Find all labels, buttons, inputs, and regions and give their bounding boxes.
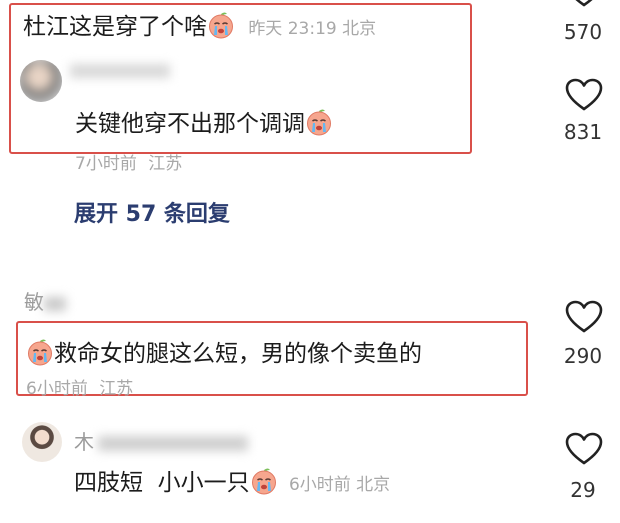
heart-icon bbox=[565, 432, 603, 466]
comment-1-location: 北京 bbox=[342, 19, 377, 39]
crying-emoji-icon bbox=[250, 467, 278, 495]
avatar[interactable] bbox=[22, 422, 62, 462]
reply-2[interactable]: 四肢短 小小一只 6小时前 北京 bbox=[74, 467, 390, 500]
reply-2-location: 北京 bbox=[356, 475, 391, 495]
reply-1-text: 关键他穿不出那个调调 bbox=[75, 111, 305, 137]
like-button-2[interactable] bbox=[565, 78, 603, 116]
reply-1-meta: 7小时前 江苏 bbox=[75, 149, 182, 174]
heart-icon bbox=[565, 300, 603, 334]
comment-2-meta: 6小时前 江苏 bbox=[26, 374, 133, 399]
reply-1-location: 江苏 bbox=[148, 154, 183, 174]
avatar[interactable] bbox=[20, 60, 62, 102]
like-count-1: 570 bbox=[563, 20, 603, 44]
reply-2-username[interactable]: 木 bbox=[74, 426, 248, 455]
crying-emoji-icon bbox=[207, 11, 235, 39]
like-button-3[interactable] bbox=[565, 300, 603, 338]
reply-1-time: 7小时前 bbox=[75, 154, 137, 174]
crying-emoji-icon bbox=[305, 108, 333, 136]
expand-replies-link[interactable]: 展开 57 条回复 bbox=[74, 196, 230, 228]
heart-icon bbox=[565, 0, 603, 8]
comment-1-time: 昨天 23:19 bbox=[248, 19, 337, 39]
crying-emoji-icon bbox=[26, 338, 54, 366]
comment-1-text: 杜江这是穿了个啥 bbox=[23, 14, 207, 40]
comment-2-text: 救命女的腿这么短，男的像个卖鱼的 bbox=[54, 341, 422, 367]
username-redacted[interactable] bbox=[70, 64, 170, 78]
heart-icon bbox=[565, 78, 603, 112]
like-button-4[interactable] bbox=[565, 432, 603, 470]
reply-1[interactable]: 关键他穿不出那个调调 bbox=[75, 108, 333, 139]
comment-1[interactable]: 杜江这是穿了个啥 昨天 23:19 北京 bbox=[23, 11, 376, 44]
reply-2-text: 四肢短 小小一只 bbox=[74, 470, 250, 496]
reply-2-time: 6小时前 bbox=[288, 475, 351, 495]
comment-2-username[interactable]: 敏 bbox=[24, 286, 66, 315]
like-button-1[interactable] bbox=[563, 0, 603, 8]
like-count-4: 29 bbox=[570, 478, 596, 502]
comment-2-time: 6小时前 bbox=[26, 379, 88, 399]
like-count-3: 290 bbox=[563, 344, 603, 368]
like-count-2: 831 bbox=[563, 120, 603, 144]
comment-2-location: 江苏 bbox=[99, 379, 134, 399]
comment-2[interactable]: 救命女的腿这么短，男的像个卖鱼的 bbox=[26, 338, 422, 369]
